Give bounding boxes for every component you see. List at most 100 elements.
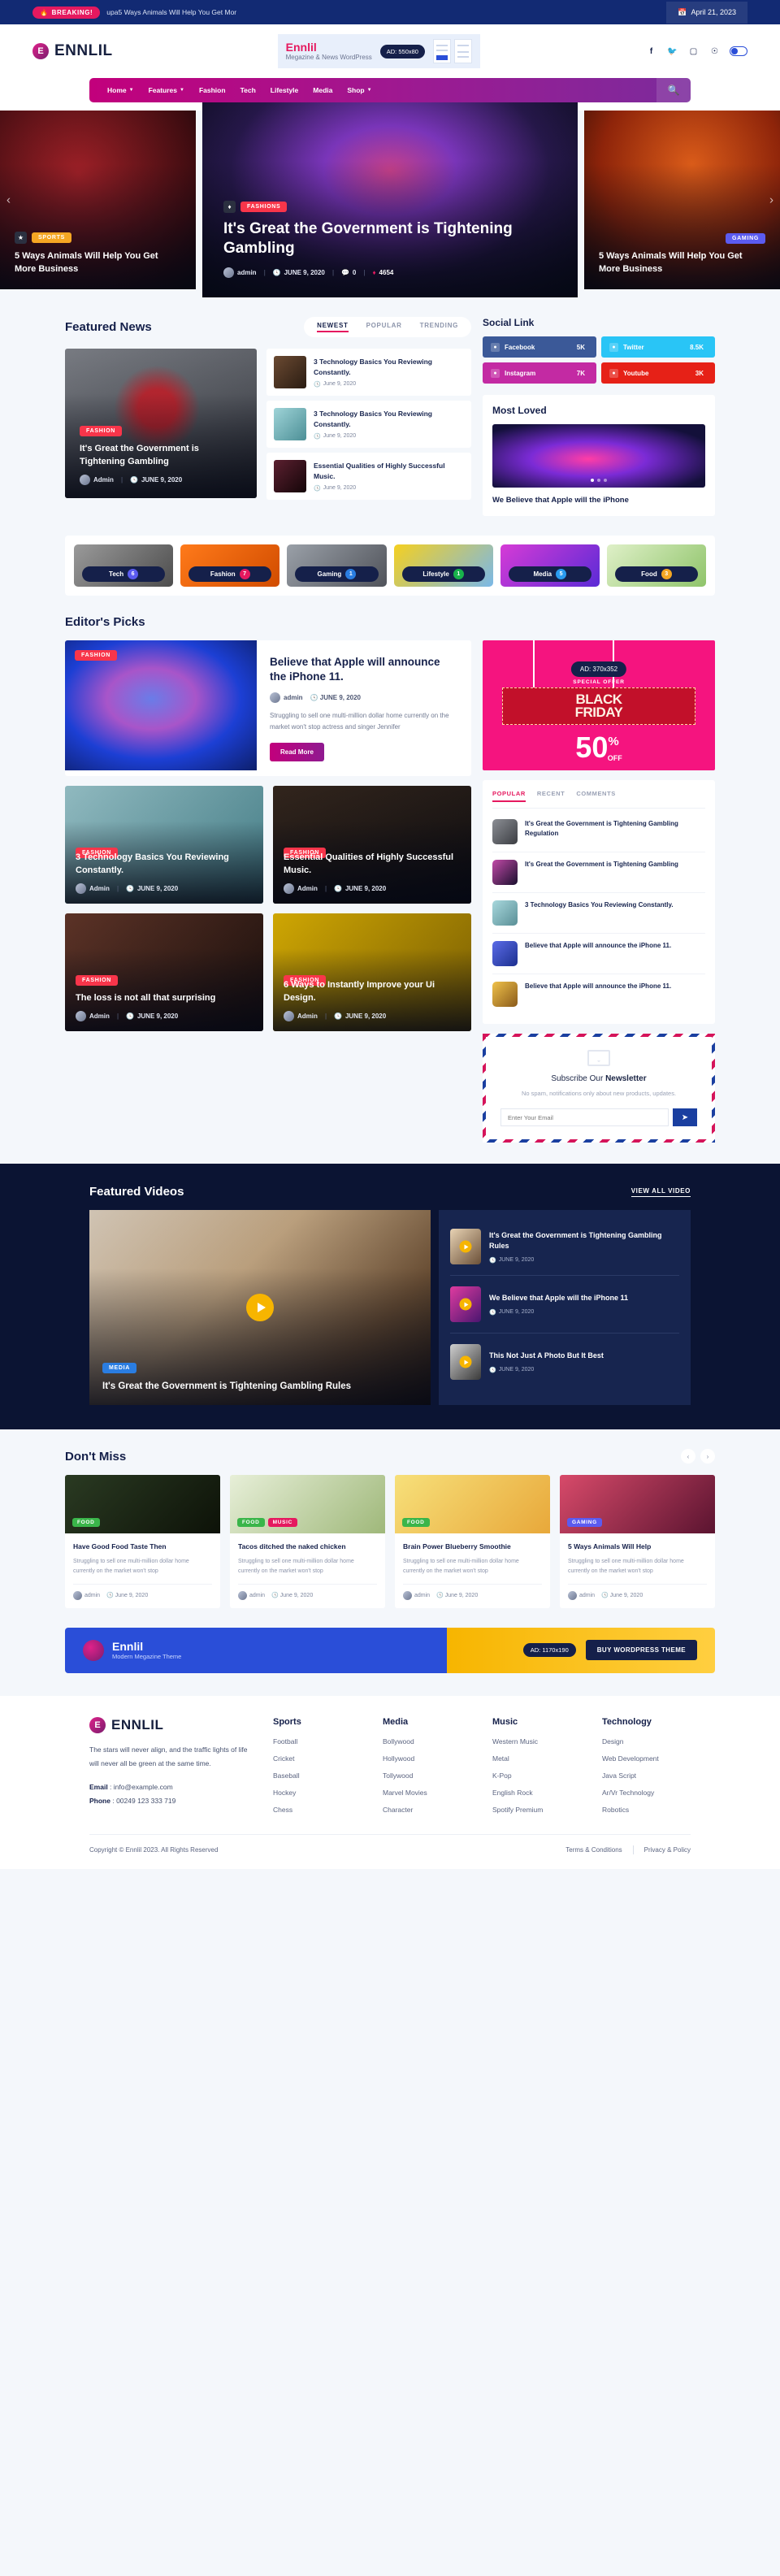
category-badge[interactable]: MEDIA — [102, 1362, 137, 1373]
hero-main-title[interactable]: It's Great the Government is Tightening … — [223, 219, 557, 259]
most-loved-title[interactable]: We Believe that Apple will the iPhone — [492, 495, 705, 506]
category-card-tech[interactable]: Tech 6 — [74, 544, 174, 588]
tab-popular[interactable]: POPULAR — [366, 322, 402, 332]
video-list-item[interactable]: It's Great the Government is Tightening … — [450, 1218, 679, 1276]
editors-pick-card[interactable]: FASHION 3 Technology Basics You Reviewin… — [65, 786, 263, 904]
card-title[interactable]: 5 Ways Animals Will Help — [568, 1542, 707, 1552]
card-title[interactable]: 3 Technology Basics You Reviewing Consta… — [76, 852, 253, 878]
category-card-gaming[interactable]: Gaming 1 — [287, 544, 387, 588]
category-badge[interactable]: FOOD — [237, 1518, 265, 1527]
site-logo[interactable]: ENNLIL — [32, 42, 113, 60]
category-card-lifestyle[interactable]: Lifestyle 1 — [393, 544, 493, 588]
footer-link[interactable]: English Rock — [492, 1789, 581, 1797]
list-item[interactable]: Believe that Apple will announce the iPh… — [492, 974, 705, 1014]
dont-miss-prev-button[interactable]: ‹ — [681, 1449, 696, 1464]
carousel-dots[interactable] — [591, 479, 607, 482]
facebook-icon[interactable]: f — [645, 46, 657, 58]
category-badge[interactable]: SPORTS — [32, 232, 72, 244]
hero-slide-left[interactable]: ‹ ★ SPORTS 5 Ways Animals Will Help You … — [0, 111, 196, 289]
newsletter-submit-button[interactable]: ➤ — [673, 1108, 697, 1126]
dont-miss-card[interactable]: FOOD MUSIC Tacos ditched the naked chicke… — [230, 1475, 385, 1608]
list-item[interactable]: It's Great the Government is Tightening … — [492, 852, 705, 894]
footer-link[interactable]: Marvel Movies — [383, 1789, 471, 1797]
hero-right-title[interactable]: 5 Ways Animals Will Help You Get More Bu… — [599, 250, 765, 276]
footer-link[interactable]: Robotics — [602, 1806, 691, 1814]
hero-slide-main[interactable]: ♦ FASHIONS It's Great the Government is … — [202, 102, 578, 297]
instagram-icon[interactable]: ▢ — [687, 46, 700, 58]
editors-pick-card[interactable]: FASHION 6 Ways to Instantly Improve your… — [273, 913, 471, 1032]
nav-item-tech[interactable]: Tech — [240, 86, 256, 94]
footer-link[interactable]: Western Music — [492, 1737, 581, 1746]
editors-pick-card[interactable]: FASHION The loss is not all that surpris… — [65, 913, 263, 1032]
footer-link[interactable]: Baseball — [273, 1772, 362, 1780]
play-icon[interactable] — [459, 1355, 472, 1368]
nav-item-fashion[interactable]: Fashion — [199, 86, 226, 94]
social-counter-instagram[interactable]: ● Instagram 7K — [483, 362, 596, 384]
footer-phone[interactable]: Phone : 00249 123 333 719 — [89, 1794, 252, 1808]
footer-logo[interactable]: ENNLIL — [89, 1716, 252, 1733]
social-counter-twitter[interactable]: ● Twitter 8.5K — [601, 336, 715, 358]
footer-link[interactable]: Football — [273, 1737, 362, 1746]
dont-miss-next-button[interactable]: › — [700, 1449, 715, 1464]
category-badge[interactable]: FASHION — [76, 975, 119, 987]
tab-recent[interactable]: RECENT — [537, 790, 565, 802]
category-badge[interactable]: FASHION — [75, 650, 118, 661]
play-icon[interactable] — [459, 1240, 472, 1253]
dont-miss-card[interactable]: GAMING 5 Ways Animals Will Help Struggli… — [560, 1475, 715, 1608]
footer-link[interactable]: Chess — [273, 1806, 362, 1814]
category-badge[interactable]: FASHION — [80, 426, 123, 437]
social-counter-youtube[interactable]: ● Youtube 3K — [601, 362, 715, 384]
newsletter-email-input[interactable] — [500, 1108, 669, 1126]
dark-mode-toggle[interactable] — [730, 46, 748, 56]
nav-item-home[interactable]: Home ▼ — [107, 86, 134, 94]
list-item[interactable]: 3 Technology Basics You Reviewing Consta… — [492, 893, 705, 935]
footer-link[interactable]: Spotify Premium — [492, 1806, 581, 1814]
card-title[interactable]: 6 Ways to Instantly Improve your Ui Desi… — [284, 979, 461, 1005]
search-button[interactable]: 🔍 — [656, 78, 691, 102]
nav-item-lifestyle[interactable]: Lifestyle — [271, 86, 299, 94]
card-title[interactable]: Brain Power Blueberry Smoothie — [403, 1542, 542, 1552]
footer-link[interactable]: Web Development — [602, 1754, 691, 1763]
featured-news-hero-card[interactable]: FASHION It's Great the Government is Tig… — [65, 349, 257, 498]
view-all-videos-link[interactable]: VIEW ALL VIDEO — [630, 1187, 691, 1197]
footer-link[interactable]: Character — [383, 1806, 471, 1814]
hero-slide-right[interactable]: › GAMING 5 Ways Animals Will Help You Ge… — [584, 111, 780, 289]
twitter-icon[interactable]: 🐦 — [666, 46, 678, 58]
video-list-item[interactable]: This Not Just A Photo But It Best 🕓 JUNE … — [450, 1334, 679, 1390]
footer-link[interactable]: Tollywood — [383, 1772, 471, 1780]
category-badge[interactable]: FOOD — [72, 1518, 100, 1527]
category-badge[interactable]: MUSIC — [267, 1518, 298, 1527]
footer-link[interactable]: Ar/Vr Technology — [602, 1789, 691, 1797]
hero-left-title[interactable]: 5 Ways Animals Will Help You Get More Bu… — [15, 250, 181, 276]
hero-prev-button[interactable]: ‹ — [6, 193, 11, 207]
list-item[interactable]: 3 Technology Basics You Reviewing Consta… — [266, 349, 471, 396]
nav-item-features[interactable]: Features ▼ — [149, 86, 184, 94]
feature-title[interactable]: Believe that Apple will announce the iPh… — [270, 655, 458, 684]
nav-item-shop[interactable]: Shop ▼ — [347, 86, 371, 94]
category-card-food[interactable]: Food 3 — [606, 544, 707, 588]
card-title[interactable]: Have Good Food Taste Then — [73, 1542, 212, 1552]
footer-email[interactable]: Email : info@example.com — [89, 1780, 252, 1794]
video-title[interactable]: It's Great the Government is Tightening … — [102, 1380, 418, 1394]
tab-newest[interactable]: NEWEST — [317, 322, 349, 332]
promo-banner[interactable]: Ennlil Modern Megazine Theme AD: 1170x19… — [65, 1627, 715, 1673]
list-item[interactable]: It's Great the Government is Tightening … — [492, 812, 705, 853]
terms-link[interactable]: Terms & Conditions — [566, 1846, 622, 1854]
pinterest-icon[interactable]: ☉ — [708, 46, 721, 58]
social-counter-facebook[interactable]: ● Facebook 5K — [483, 336, 596, 358]
footer-link[interactable]: Java Script — [602, 1772, 691, 1780]
hero-next-button[interactable]: › — [769, 193, 774, 207]
tab-comments[interactable]: COMMENTS — [576, 790, 616, 802]
play-icon[interactable] — [459, 1298, 472, 1311]
video-list-item[interactable]: We Believe that Apple will the iPhone 11… — [450, 1276, 679, 1334]
nav-item-media[interactable]: Media — [313, 86, 332, 94]
card-title[interactable]: The loss is not all that surprising — [76, 992, 253, 1005]
buy-theme-button[interactable]: BUY WORDPRESS THEME — [585, 1640, 697, 1661]
category-card-fashion[interactable]: Fashion 7 — [180, 544, 280, 588]
category-badge[interactable]: FASHIONS — [240, 201, 288, 212]
footer-link[interactable]: Metal — [492, 1754, 581, 1763]
play-icon[interactable] — [246, 1294, 274, 1321]
footer-link[interactable]: K-Pop — [492, 1772, 581, 1780]
privacy-link[interactable]: Privacy & Policy — [644, 1846, 691, 1854]
header-ad-banner[interactable]: Ennlil Megazine & News WordPress AD: 550… — [277, 34, 480, 68]
